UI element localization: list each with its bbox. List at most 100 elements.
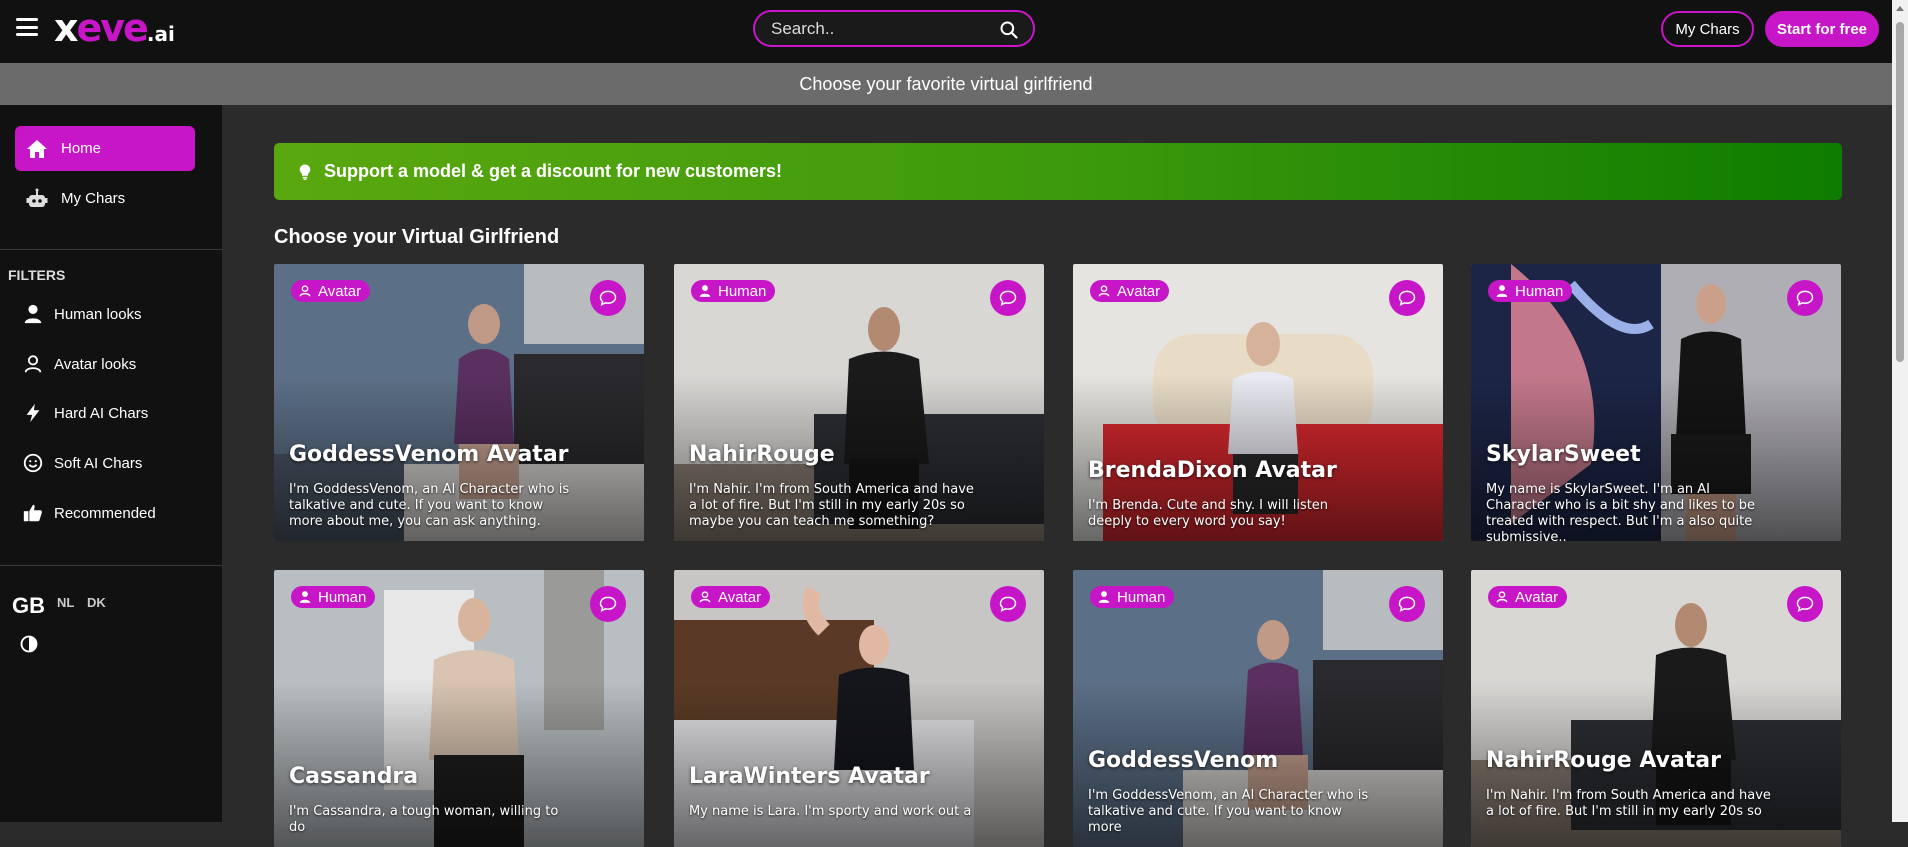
character-name: GoddessVenom Avatar <box>289 442 569 467</box>
type-badge: Avatar <box>1488 586 1568 608</box>
person-icon <box>1496 285 1508 297</box>
type-badge: Human <box>1090 586 1175 608</box>
chat-bubble-icon <box>1398 596 1416 613</box>
character-description: I'm Nahir. I'm from South America and ha… <box>689 482 974 529</box>
sidebar-item-home[interactable]: Home <box>15 126 195 171</box>
person-icon <box>24 304 42 324</box>
character-description: I'm Brenda. Cute and shy. I will listen … <box>1088 498 1329 529</box>
character-card[interactable]: Avatar BrendaDixon Avatar I'm Brenda. Cu… <box>1073 264 1443 541</box>
badge-label: Human <box>318 588 367 606</box>
chat-button[interactable] <box>990 586 1026 622</box>
sidebar-item-label: My Chars <box>61 190 126 207</box>
character-name: LaraWinters Avatar <box>689 764 930 789</box>
chat-bubble-icon <box>1796 596 1814 613</box>
person-icon <box>699 285 711 297</box>
character-card[interactable]: Avatar LaraWinters Avatar My name is Lar… <box>674 570 1044 847</box>
divider <box>0 565 222 566</box>
character-name: BrendaDixon Avatar <box>1088 458 1337 483</box>
type-badge: Avatar <box>691 586 771 608</box>
character-description: I'm GoddessVenom, an AI Character who is… <box>289 482 570 529</box>
avatar-icon <box>299 285 311 297</box>
theme-toggle-icon[interactable] <box>19 634 39 654</box>
character-card[interactable]: Human NahirRouge I'm Nahir. I'm from Sou… <box>674 264 1044 541</box>
badge-label: Avatar <box>1515 588 1559 606</box>
avatar-icon <box>24 355 42 373</box>
chat-button[interactable] <box>1389 586 1425 622</box>
character-description: My name is Lara. I'm sporty and work out… <box>689 804 972 819</box>
sidebar-item-label: Home <box>61 140 102 157</box>
avatar-icon <box>1098 285 1110 297</box>
filter-label: Recommended <box>54 504 156 522</box>
character-name: GoddessVenom <box>1088 748 1279 773</box>
type-badge: Avatar <box>291 280 371 302</box>
scrollbar-thumb[interactable] <box>1896 22 1904 362</box>
chat-button[interactable] <box>590 586 626 622</box>
badge-label: Avatar <box>318 282 362 300</box>
sidebar-item-my-chars[interactable]: My Chars <box>15 176 195 221</box>
chat-button[interactable] <box>590 280 626 316</box>
chat-button[interactable] <box>990 280 1026 316</box>
section-title: Choose your Virtual Girlfriend <box>274 226 560 248</box>
robot-icon <box>26 188 48 207</box>
search-icon[interactable] <box>999 20 1019 40</box>
badge-label: Human <box>1515 282 1564 300</box>
search-input[interactable] <box>771 19 991 39</box>
character-card[interactable]: Human Cassandra I'm Cassandra, a tough w… <box>274 570 644 847</box>
chat-bubble-icon <box>599 596 617 613</box>
filter-avatar-looks[interactable]: Avatar looks <box>22 349 212 379</box>
chat-button[interactable] <box>1787 586 1823 622</box>
lightbulb-icon <box>299 164 311 180</box>
type-badge: Human <box>691 280 776 302</box>
scroll-up-arrow-icon[interactable] <box>1896 6 1904 11</box>
character-description: I'm Nahir. I'm from South America and ha… <box>1486 788 1771 819</box>
filter-label: Avatar looks <box>54 355 137 373</box>
filter-label: Soft AI Chars <box>54 454 143 472</box>
character-card[interactable]: Avatar NahirRouge Avatar I'm Nahir. I'm … <box>1471 570 1841 847</box>
chat-bubble-icon <box>999 290 1017 307</box>
thumbs-up-icon <box>23 504 42 522</box>
character-name: Cassandra <box>289 764 419 789</box>
logo[interactable]: xeve.ai <box>54 8 175 54</box>
my-chars-button[interactable]: My Chars <box>1661 11 1754 47</box>
badge-label: Avatar <box>1117 282 1161 300</box>
filter-label: Hard AI Chars <box>54 404 149 422</box>
promo-banner[interactable]: Support a model & get a discount for new… <box>274 143 1842 200</box>
filter-hard-ai-chars[interactable]: Hard AI Chars <box>22 398 212 428</box>
character-description: I'm Cassandra, a tough woman, willing to… <box>289 804 559 835</box>
character-card[interactable]: Human GoddessVenom I'm GoddessVenom, an … <box>1073 570 1443 847</box>
info-banner: Choose your favorite virtual girlfriend <box>0 63 1892 105</box>
chat-bubble-icon <box>999 596 1017 613</box>
filter-label: Human looks <box>54 305 142 323</box>
filter-soft-ai-chars[interactable]: Soft AI Chars <box>22 448 212 478</box>
filter-recommended[interactable]: Recommended <box>22 498 212 528</box>
top-bar: xeve.ai My Chars Start for free <box>0 0 1908 63</box>
menu-icon[interactable] <box>16 18 38 36</box>
person-icon <box>299 591 311 603</box>
chat-bubble-icon <box>599 290 617 307</box>
start-for-free-button[interactable]: Start for free <box>1765 11 1879 47</box>
person-icon <box>1098 591 1110 603</box>
chat-button[interactable] <box>1389 280 1425 316</box>
filter-human-looks[interactable]: Human looks <box>22 299 212 329</box>
type-badge: Avatar <box>1090 280 1170 302</box>
bolt-icon <box>26 403 40 423</box>
language-gb[interactable]: GB <box>12 593 45 619</box>
type-badge: Human <box>291 586 376 608</box>
language-dk[interactable]: DK <box>87 595 106 610</box>
character-name: NahirRouge Avatar <box>1486 748 1721 773</box>
chat-button[interactable] <box>1787 280 1823 316</box>
home-icon <box>27 139 47 158</box>
promo-text: Support a model & get a discount for new… <box>324 161 783 181</box>
type-badge: Human <box>1488 280 1573 302</box>
scrollbar[interactable] <box>1892 0 1908 822</box>
character-card[interactable]: Avatar GoddessVenom Avatar I'm GoddessVe… <box>274 264 644 541</box>
character-name: NahirRouge <box>689 442 835 467</box>
badge-label: Human <box>718 282 767 300</box>
search-box <box>753 10 1035 47</box>
character-description: I'm GoddessVenom, an AI Character who is… <box>1088 788 1369 835</box>
filters-heading: FILTERS <box>8 267 66 283</box>
character-card[interactable]: Human SkylarSweet My name is SkylarSweet… <box>1471 264 1841 541</box>
badge-label: Avatar <box>718 588 762 606</box>
badge-label: Human <box>1117 588 1166 606</box>
language-nl[interactable]: NL <box>57 595 74 610</box>
